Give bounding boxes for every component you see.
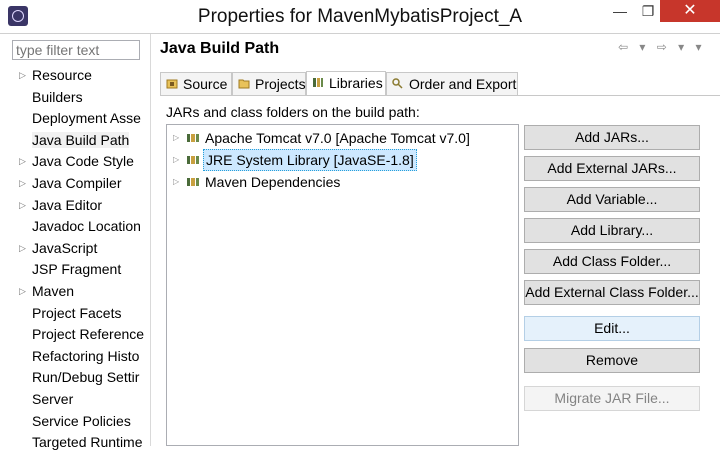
- project-icon: [238, 79, 250, 89]
- tab-order-and-export[interactable]: Order and Export: [386, 72, 518, 95]
- tab-divider: [160, 95, 720, 96]
- add-external-class-folder-button[interactable]: Add External Class Folder...: [524, 280, 700, 305]
- nav-item-javascript[interactable]: ▷ JavaScript: [0, 238, 150, 260]
- nav-item-refactoring-history[interactable]: Refactoring Histo: [0, 346, 150, 368]
- tab-libraries[interactable]: Libraries: [306, 71, 386, 96]
- order-export-icon: [392, 78, 403, 89]
- property-nav-panel: ▷Resource Builders Deployment Asse Java …: [0, 34, 151, 450]
- nav-item-targeted-runtimes[interactable]: Targeted Runtime: [0, 432, 150, 454]
- nav-item-resource[interactable]: ▷ Resource: [0, 65, 150, 87]
- nav-item-javadoc-location[interactable]: Javadoc Location: [0, 216, 150, 238]
- nav-item-builders[interactable]: Builders: [0, 87, 150, 109]
- library-icon: [187, 134, 199, 142]
- add-external-jars-button[interactable]: Add External JARs...: [524, 156, 700, 181]
- property-nav-list: ▷ Resource Builders Deployment Asse Java …: [0, 65, 150, 454]
- nav-item-deployment-assembly[interactable]: Deployment Asse: [0, 108, 150, 130]
- add-jars-button[interactable]: Add JARs...: [524, 125, 700, 150]
- add-variable-button[interactable]: Add Variable...: [524, 187, 700, 212]
- nav-item-jsp-fragment[interactable]: JSP Fragment: [0, 259, 150, 281]
- nav-item-project-references[interactable]: Project Reference: [0, 324, 150, 346]
- edit-button[interactable]: Edit...: [524, 316, 700, 341]
- build-path-caption: JARs and class folders on the build path…: [166, 104, 420, 120]
- expand-arrow-icon[interactable]: ▷: [173, 150, 179, 170]
- migrate-jar-button: Migrate JAR File...: [524, 386, 700, 411]
- nav-item-java-build-path[interactable]: Java Build Path: [0, 130, 150, 152]
- expand-arrow-icon[interactable]: ▷: [173, 128, 179, 148]
- nav-item-service-policies[interactable]: Service Policies: [0, 411, 150, 433]
- library-tree[interactable]: ▷ Apache Tomcat v7.0 [Apache Tomcat v7.0…: [166, 124, 519, 446]
- tab-source[interactable]: Source: [160, 72, 232, 95]
- minimize-button[interactable]: —: [606, 0, 634, 22]
- expand-arrow-icon[interactable]: ▷: [19, 195, 26, 217]
- maximize-button[interactable]: ❐: [634, 0, 662, 22]
- close-button[interactable]: ✕: [660, 0, 720, 22]
- expand-arrow-icon[interactable]: ▷: [173, 172, 179, 192]
- expand-arrow-icon[interactable]: ▷: [19, 151, 26, 173]
- expand-arrow-icon[interactable]: ▷: [19, 238, 26, 260]
- history-nav-buttons[interactable]: ⇦ ▾ ⇨ ▾ ▾: [618, 40, 706, 54]
- expand-arrow-icon[interactable]: ▷: [19, 65, 26, 87]
- expand-arrow-icon[interactable]: ▷: [19, 281, 26, 303]
- source-folder-icon: [166, 79, 178, 89]
- library-icon: [187, 156, 199, 164]
- nav-item-java-editor[interactable]: ▷ Java Editor: [0, 195, 150, 217]
- nav-item-java-code-style[interactable]: ▷ Java Code Style: [0, 151, 150, 173]
- filter-input[interactable]: [12, 40, 140, 60]
- nav-item-server[interactable]: Server: [0, 389, 150, 411]
- page-title: Java Build Path: [160, 40, 280, 57]
- add-library-button[interactable]: Add Library...: [524, 218, 700, 243]
- nav-item-project-facets[interactable]: Project Facets: [0, 303, 150, 325]
- library-icon: [313, 78, 323, 87]
- tab-projects[interactable]: Projects: [232, 72, 306, 95]
- remove-button[interactable]: Remove: [524, 348, 700, 373]
- nav-item-maven[interactable]: ▷ Maven: [0, 281, 150, 303]
- add-class-folder-button[interactable]: Add Class Folder...: [524, 249, 700, 274]
- nav-item-java-compiler[interactable]: ▷ Java Compiler: [0, 173, 150, 195]
- library-icon: [187, 178, 199, 186]
- expand-arrow-icon[interactable]: ▷: [19, 173, 26, 195]
- nav-item-run-debug-settings[interactable]: Run/Debug Settir: [0, 367, 150, 389]
- title-bar: Properties for MavenMybatisProject_A — ❐…: [0, 0, 720, 34]
